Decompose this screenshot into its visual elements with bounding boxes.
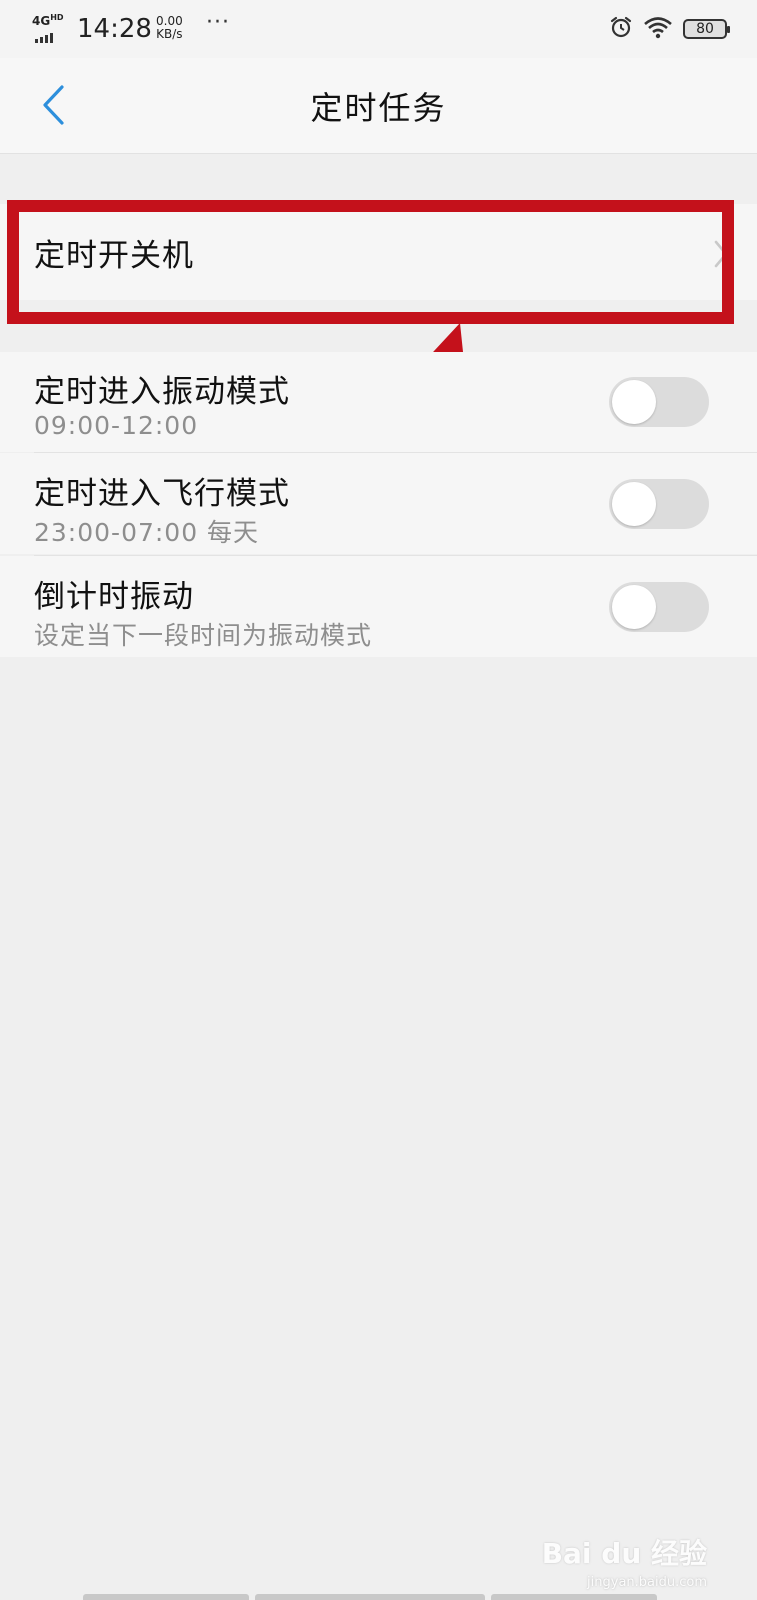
list-item: 定时进入振动模式 09:00-12:00 — [0, 352, 757, 452]
page-title: 定时任务 — [310, 89, 447, 127]
chevron-right-icon — [713, 240, 729, 272]
scheduled-power-row[interactable]: 定时开关机 — [0, 204, 757, 300]
airplane-schedule-toggle[interactable] — [609, 479, 709, 529]
row-subtitle: 设定当下一段时间为振动模式 — [34, 621, 373, 650]
battery-level: 80 — [696, 21, 714, 37]
countdown-vibrate-toggle[interactable] — [609, 582, 709, 632]
list-item: 定时进入飞行模式 23:00-07:00 每天 — [0, 453, 757, 554]
alarm-icon — [609, 15, 633, 43]
wifi-icon — [643, 15, 673, 43]
gesture-bar — [83, 1594, 657, 1600]
network-speed: 0.00 KB/s — [156, 15, 183, 41]
scheduled-power-label: 定时开关机 — [34, 238, 194, 274]
watermark-url: jingyan.baidu.com — [587, 1575, 707, 1590]
row-title: 定时进入振动模式 — [34, 374, 290, 410]
battery-icon: 80 — [683, 19, 730, 39]
row-title: 倒计时振动 — [34, 579, 194, 615]
more-notifications-icon: ··· — [206, 10, 230, 35]
vibrate-schedule-toggle[interactable] — [609, 377, 709, 427]
status-bar: 4GHD 14:28 0.00 KB/s ··· 80 — [0, 0, 757, 58]
network-hd: HD — [50, 13, 64, 22]
status-time: 14:28 — [77, 14, 152, 44]
row-title: 定时进入飞行模式 — [34, 476, 290, 512]
row-subtitle: 23:00-07:00 每天 — [34, 518, 260, 547]
watermark-logo: Bai du 经验 — [541, 1537, 707, 1570]
row-subtitle: 09:00-12:00 — [34, 411, 199, 440]
signal-icon: 4GHD — [32, 13, 68, 43]
nav-bar: 定时任务 — [0, 58, 757, 154]
list-item: 倒计时振动 设定当下一段时间为振动模式 — [0, 556, 757, 657]
network-type: 4G — [32, 14, 51, 28]
network-speed-unit: KB/s — [156, 27, 183, 41]
